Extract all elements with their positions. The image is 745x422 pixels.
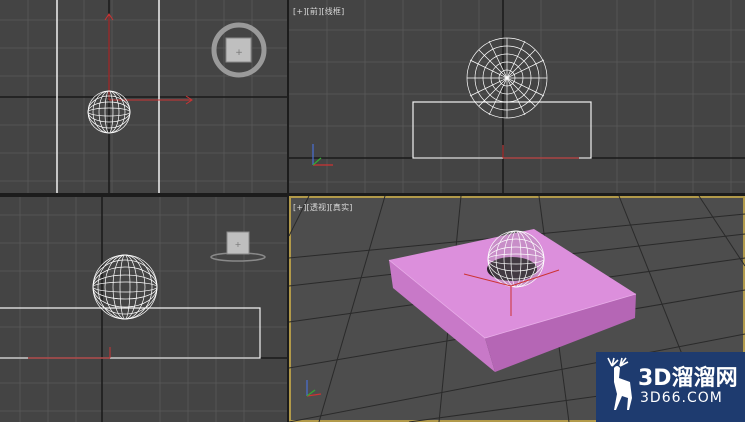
transform-gizmo[interactable] — [28, 347, 111, 359]
viewport-front[interactable]: [+][前][线框] — [289, 0, 745, 193]
viewport-left-canvas: + — [0, 197, 287, 422]
svg-text:+: + — [235, 240, 242, 249]
viewport-label[interactable]: [+][前][线框] — [293, 6, 344, 17]
watermark-logo: 3D溜溜网 3D66.COM — [596, 352, 745, 422]
viewport-top[interactable]: + — [0, 0, 287, 193]
viewcube-icon[interactable]: + — [210, 231, 266, 262]
viewport-top-canvas: + — [0, 0, 287, 193]
viewport-label[interactable]: [+][透视][真实] — [293, 202, 353, 213]
axis-tripod-icon — [306, 380, 322, 397]
box-wireframe[interactable] — [0, 307, 261, 359]
viewport-left[interactable]: + — [0, 197, 287, 422]
box-wireframe[interactable] — [412, 101, 592, 159]
deer-logo-icon — [607, 357, 632, 410]
sphere-wireframe[interactable] — [466, 37, 548, 119]
transform-gizmo[interactable] — [104, 13, 193, 105]
watermark-subtitle: 3D66.COM — [640, 390, 723, 406]
watermark-title: 3D溜溜网 — [638, 366, 738, 391]
svg-text:+: + — [235, 48, 243, 58]
viewport-front-canvas — [289, 0, 745, 193]
viewcube-icon[interactable]: + — [211, 22, 267, 78]
axis-tripod-icon — [312, 144, 333, 166]
sphere-wireframe[interactable] — [487, 230, 545, 288]
